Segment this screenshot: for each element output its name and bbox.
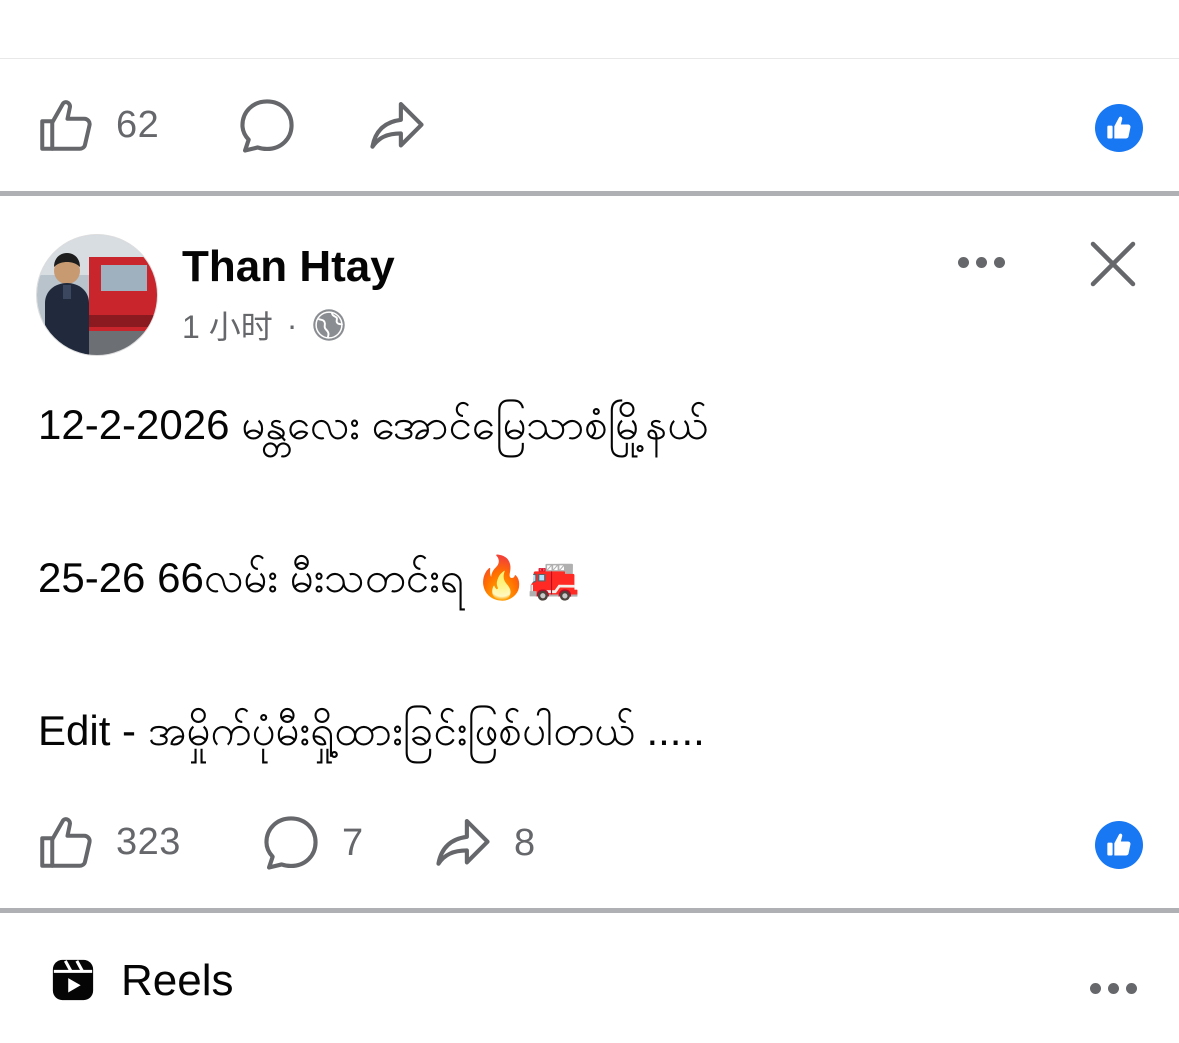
comment-icon (264, 816, 318, 870)
more-dot-icon (994, 257, 1005, 268)
like-reaction-icon (1107, 833, 1131, 856)
post-divider (0, 908, 1179, 913)
comment-count: 7 (342, 821, 364, 864)
post-text-line: 12-2-2026 မန္တလေး အောင်မြေသာစံမြို့နယ် (38, 401, 708, 448)
close-icon[interactable] (1088, 239, 1138, 289)
post-text-line: 25-26 66လမ်း မီးသတင်းရ 🔥🚒 (38, 554, 581, 601)
more-dot-icon (976, 257, 987, 268)
more-dot-icon (958, 257, 969, 268)
previous-post-media (0, 0, 1179, 59)
post-text-line: Edit - အမှိုက်ပုံမီးရှို့ထားခြင်းဖြစ်ပါတ… (38, 707, 705, 754)
more-dot-icon (1108, 983, 1119, 994)
like-count: 62 (116, 103, 160, 146)
share-button[interactable]: 8 (432, 812, 536, 874)
reels-title[interactable]: Reels (121, 956, 234, 1006)
thumbs-up-icon (40, 100, 92, 151)
meta-separator: · (286, 306, 298, 343)
reels-icon (52, 959, 94, 1001)
reels-options-button[interactable] (1090, 983, 1137, 994)
like-reaction-badge (1095, 104, 1143, 152)
post-meta: 1 小时 · (182, 302, 347, 348)
like-reaction-icon (1107, 116, 1131, 139)
share-button[interactable] (366, 95, 428, 157)
post-divider (0, 191, 1179, 196)
share-count: 8 (514, 821, 536, 864)
previous-post-action-bar: 62 (0, 86, 1179, 166)
author-name[interactable]: Than Htay (182, 242, 395, 292)
author-avatar[interactable] (36, 234, 158, 356)
like-reaction-badge (1095, 821, 1143, 869)
comment-button[interactable] (236, 95, 298, 157)
comment-icon (240, 99, 294, 153)
post-action-bar: 323 7 8 (0, 803, 1179, 883)
more-dot-icon (1090, 983, 1101, 994)
post-time[interactable]: 1 小时 (182, 302, 273, 348)
like-count: 323 (116, 820, 181, 863)
share-icon (370, 101, 424, 149)
globe-icon (313, 309, 346, 341)
post-options-button[interactable] (958, 257, 1005, 268)
thumbs-up-icon (40, 817, 92, 868)
share-icon (436, 818, 490, 866)
more-dot-icon (1126, 983, 1137, 994)
like-button[interactable]: 323 (36, 812, 181, 872)
like-button[interactable]: 62 (36, 95, 159, 155)
comment-button[interactable]: 7 (260, 812, 364, 874)
